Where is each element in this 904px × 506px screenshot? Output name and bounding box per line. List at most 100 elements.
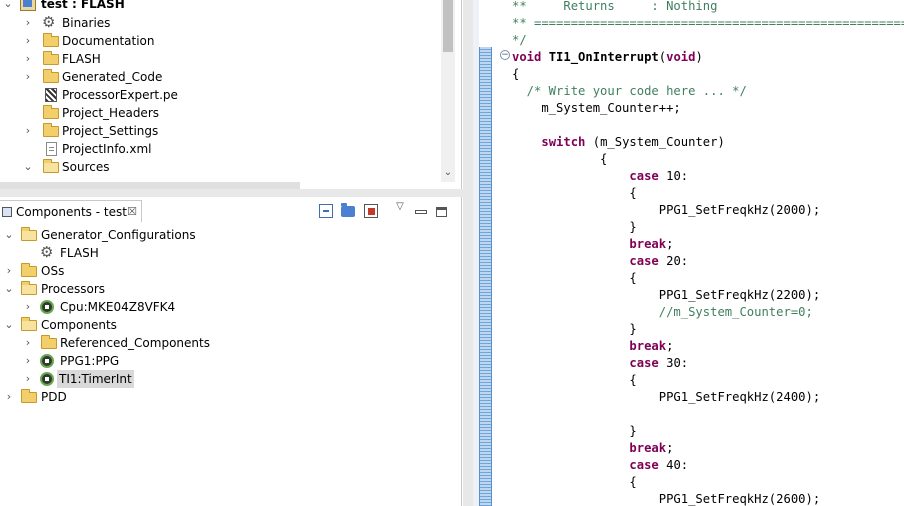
code-line[interactable]: void TI1_OnInterrupt(void): [512, 49, 703, 66]
code-line[interactable]: break;: [512, 338, 673, 355]
tree-item-cpu[interactable]: › Cpu:MKE04Z8VFK4: [0, 298, 300, 316]
code-line[interactable]: /* Write your code here ... */: [512, 83, 747, 100]
code-line[interactable]: }: [512, 423, 636, 440]
tree-item-ppg1[interactable]: › PPG1:PPG: [0, 352, 300, 370]
tree-item-oss[interactable]: › OSs: [0, 262, 300, 280]
code-line[interactable]: PPG1_SetFreqkHz(2000);: [512, 202, 820, 219]
tree-item-components[interactable]: ⌄ Components: [0, 316, 300, 334]
chevron-right-icon[interactable]: ›: [3, 388, 15, 406]
components-view-icon: [2, 207, 12, 217]
chevron-right-icon[interactable]: ›: [22, 50, 34, 68]
folder-icon: [43, 105, 59, 120]
code-line[interactable]: m_System_Counter++;: [512, 100, 680, 117]
code-line[interactable]: switch (m_System_Counter): [512, 134, 724, 151]
code-line[interactable]: {: [512, 270, 636, 287]
code-line[interactable]: {: [512, 66, 519, 83]
ppg-component-icon: [39, 354, 55, 368]
tree-item-documentation[interactable]: › Documentation: [0, 32, 300, 50]
pane-divider[interactable]: [0, 189, 463, 197]
tree-item-flash-config[interactable]: ⚙ FLASH: [0, 244, 300, 262]
code-editor[interactable]: − ** Returns : Nothing ** ===============…: [473, 0, 904, 506]
tree-item-pdd[interactable]: › PDD: [0, 388, 300, 406]
code-line[interactable]: ** =====================================…: [512, 15, 904, 32]
components-view-header: Components - test ☒ ▽: [0, 200, 461, 222]
folder-icon: [43, 123, 59, 138]
collapse-all-icon[interactable]: [319, 204, 333, 218]
code-line[interactable]: break;: [512, 236, 673, 253]
chevron-down-icon[interactable]: ⌄: [3, 280, 15, 298]
folder-icon: [43, 159, 59, 174]
collapse-icon[interactable]: −: [500, 50, 510, 60]
chevron-down-icon[interactable]: ⌄: [2, 0, 14, 13]
tree-item-referenced-components[interactable]: › Referenced_Components: [0, 334, 300, 352]
tree-item-projectinfo-xml[interactable]: ProjectInfo.xml: [0, 140, 300, 158]
chevron-right-icon[interactable]: ›: [22, 14, 34, 32]
minimize-icon[interactable]: [413, 204, 427, 218]
vertical-splitter[interactable]: [463, 0, 473, 506]
tree-item-sources[interactable]: ⌄ Sources: [0, 158, 300, 176]
code-line[interactable]: {: [512, 151, 607, 168]
code-line[interactable]: }: [512, 219, 636, 236]
tree-item-label: ProjectInfo.xml: [62, 142, 152, 156]
chevron-right-icon[interactable]: ›: [22, 298, 34, 316]
code-line[interactable]: case 20:: [512, 253, 688, 270]
tree-item-binaries[interactable]: › ⚙ Binaries: [0, 14, 300, 32]
folder-icon: [43, 33, 59, 48]
code-line[interactable]: {: [512, 185, 636, 202]
chevron-down-icon[interactable]: ⌄: [3, 316, 15, 334]
chevron-right-icon[interactable]: ›: [22, 352, 34, 370]
tree-item-project-settings[interactable]: › Project_Settings: [0, 122, 300, 140]
chevron-down-icon[interactable]: ⌄: [22, 158, 34, 176]
code-line[interactable]: ** Returns : Nothing: [512, 0, 717, 15]
tree-item-project-headers[interactable]: Project_Headers: [0, 104, 300, 122]
tree-item-label: ProcessorExpert.pe: [62, 88, 178, 102]
chevron-right-icon[interactable]: ›: [3, 262, 15, 280]
open-folder-icon[interactable]: [341, 203, 355, 217]
code-line[interactable]: PPG1_SetFreqkHz(2600);: [512, 491, 820, 506]
tree-item-ti1[interactable]: › TI1:TimerInt: [0, 370, 300, 388]
tree-item-label: Documentation: [62, 34, 155, 48]
code-line[interactable]: {: [512, 372, 636, 389]
code-line[interactable]: PPG1_SetFreqkHz(2400);: [512, 389, 820, 406]
chevron-down-icon[interactable]: ⌄: [3, 226, 15, 244]
code-line[interactable]: case 30:: [512, 355, 688, 372]
chevron-right-icon[interactable]: ›: [22, 122, 34, 140]
code-line[interactable]: PPG1_SetFreqkHz(2200);: [512, 287, 820, 304]
code-line[interactable]: */: [512, 32, 527, 49]
gear-icon: ⚙: [42, 13, 56, 31]
tree-item-label: Generated_Code: [62, 70, 163, 84]
chevron-down-icon[interactable]: ⌄: [441, 166, 455, 180]
project-root-row[interactable]: ⌄ test : FLASH: [0, 0, 200, 13]
scrollbar-thumb[interactable]: [443, 0, 453, 52]
tree-item-label: Components: [41, 318, 117, 332]
code-line[interactable]: case 10:: [512, 168, 688, 185]
tree-item-processors[interactable]: ⌄ Processors: [0, 280, 300, 298]
timer-component-icon: [39, 372, 55, 386]
maximize-icon[interactable]: [436, 207, 447, 217]
tab-components[interactable]: Components - test ☒: [0, 200, 142, 222]
code-line[interactable]: case 40:: [512, 457, 688, 474]
tree-item-processorexpert-pe[interactable]: ProcessorExpert.pe: [0, 86, 300, 104]
code-line[interactable]: //m_System_Counter=0;: [512, 304, 813, 321]
folder-icon: [43, 51, 59, 66]
tree-item-label: OSs: [41, 264, 65, 278]
chevron-right-icon[interactable]: ›: [22, 370, 34, 388]
tree-item-label: PDD: [41, 390, 67, 404]
code-line[interactable]: {: [512, 474, 636, 491]
view-menu-icon[interactable]: ▽: [393, 200, 407, 214]
tree-item-generated-code[interactable]: › Generated_Code: [0, 68, 300, 86]
folder-icon: [21, 317, 37, 332]
tree-item-label: PPG1:PPG: [60, 354, 120, 368]
tree-item-flash[interactable]: › FLASH: [0, 50, 300, 68]
tree-item-label: Generator_Configurations: [41, 228, 196, 242]
code-line[interactable]: }: [512, 321, 636, 338]
component-action-icon[interactable]: [364, 204, 378, 218]
code-line[interactable]: break;: [512, 440, 673, 457]
tree-item-generator-configurations[interactable]: ⌄ Generator_Configurations: [0, 226, 300, 244]
horizontal-scrollbar[interactable]: [0, 182, 300, 189]
close-icon[interactable]: ☒: [127, 201, 137, 223]
chevron-right-icon[interactable]: ›: [22, 68, 34, 86]
chevron-right-icon[interactable]: ›: [22, 334, 34, 352]
folder-icon: [21, 263, 37, 278]
chevron-right-icon[interactable]: ›: [22, 32, 34, 50]
